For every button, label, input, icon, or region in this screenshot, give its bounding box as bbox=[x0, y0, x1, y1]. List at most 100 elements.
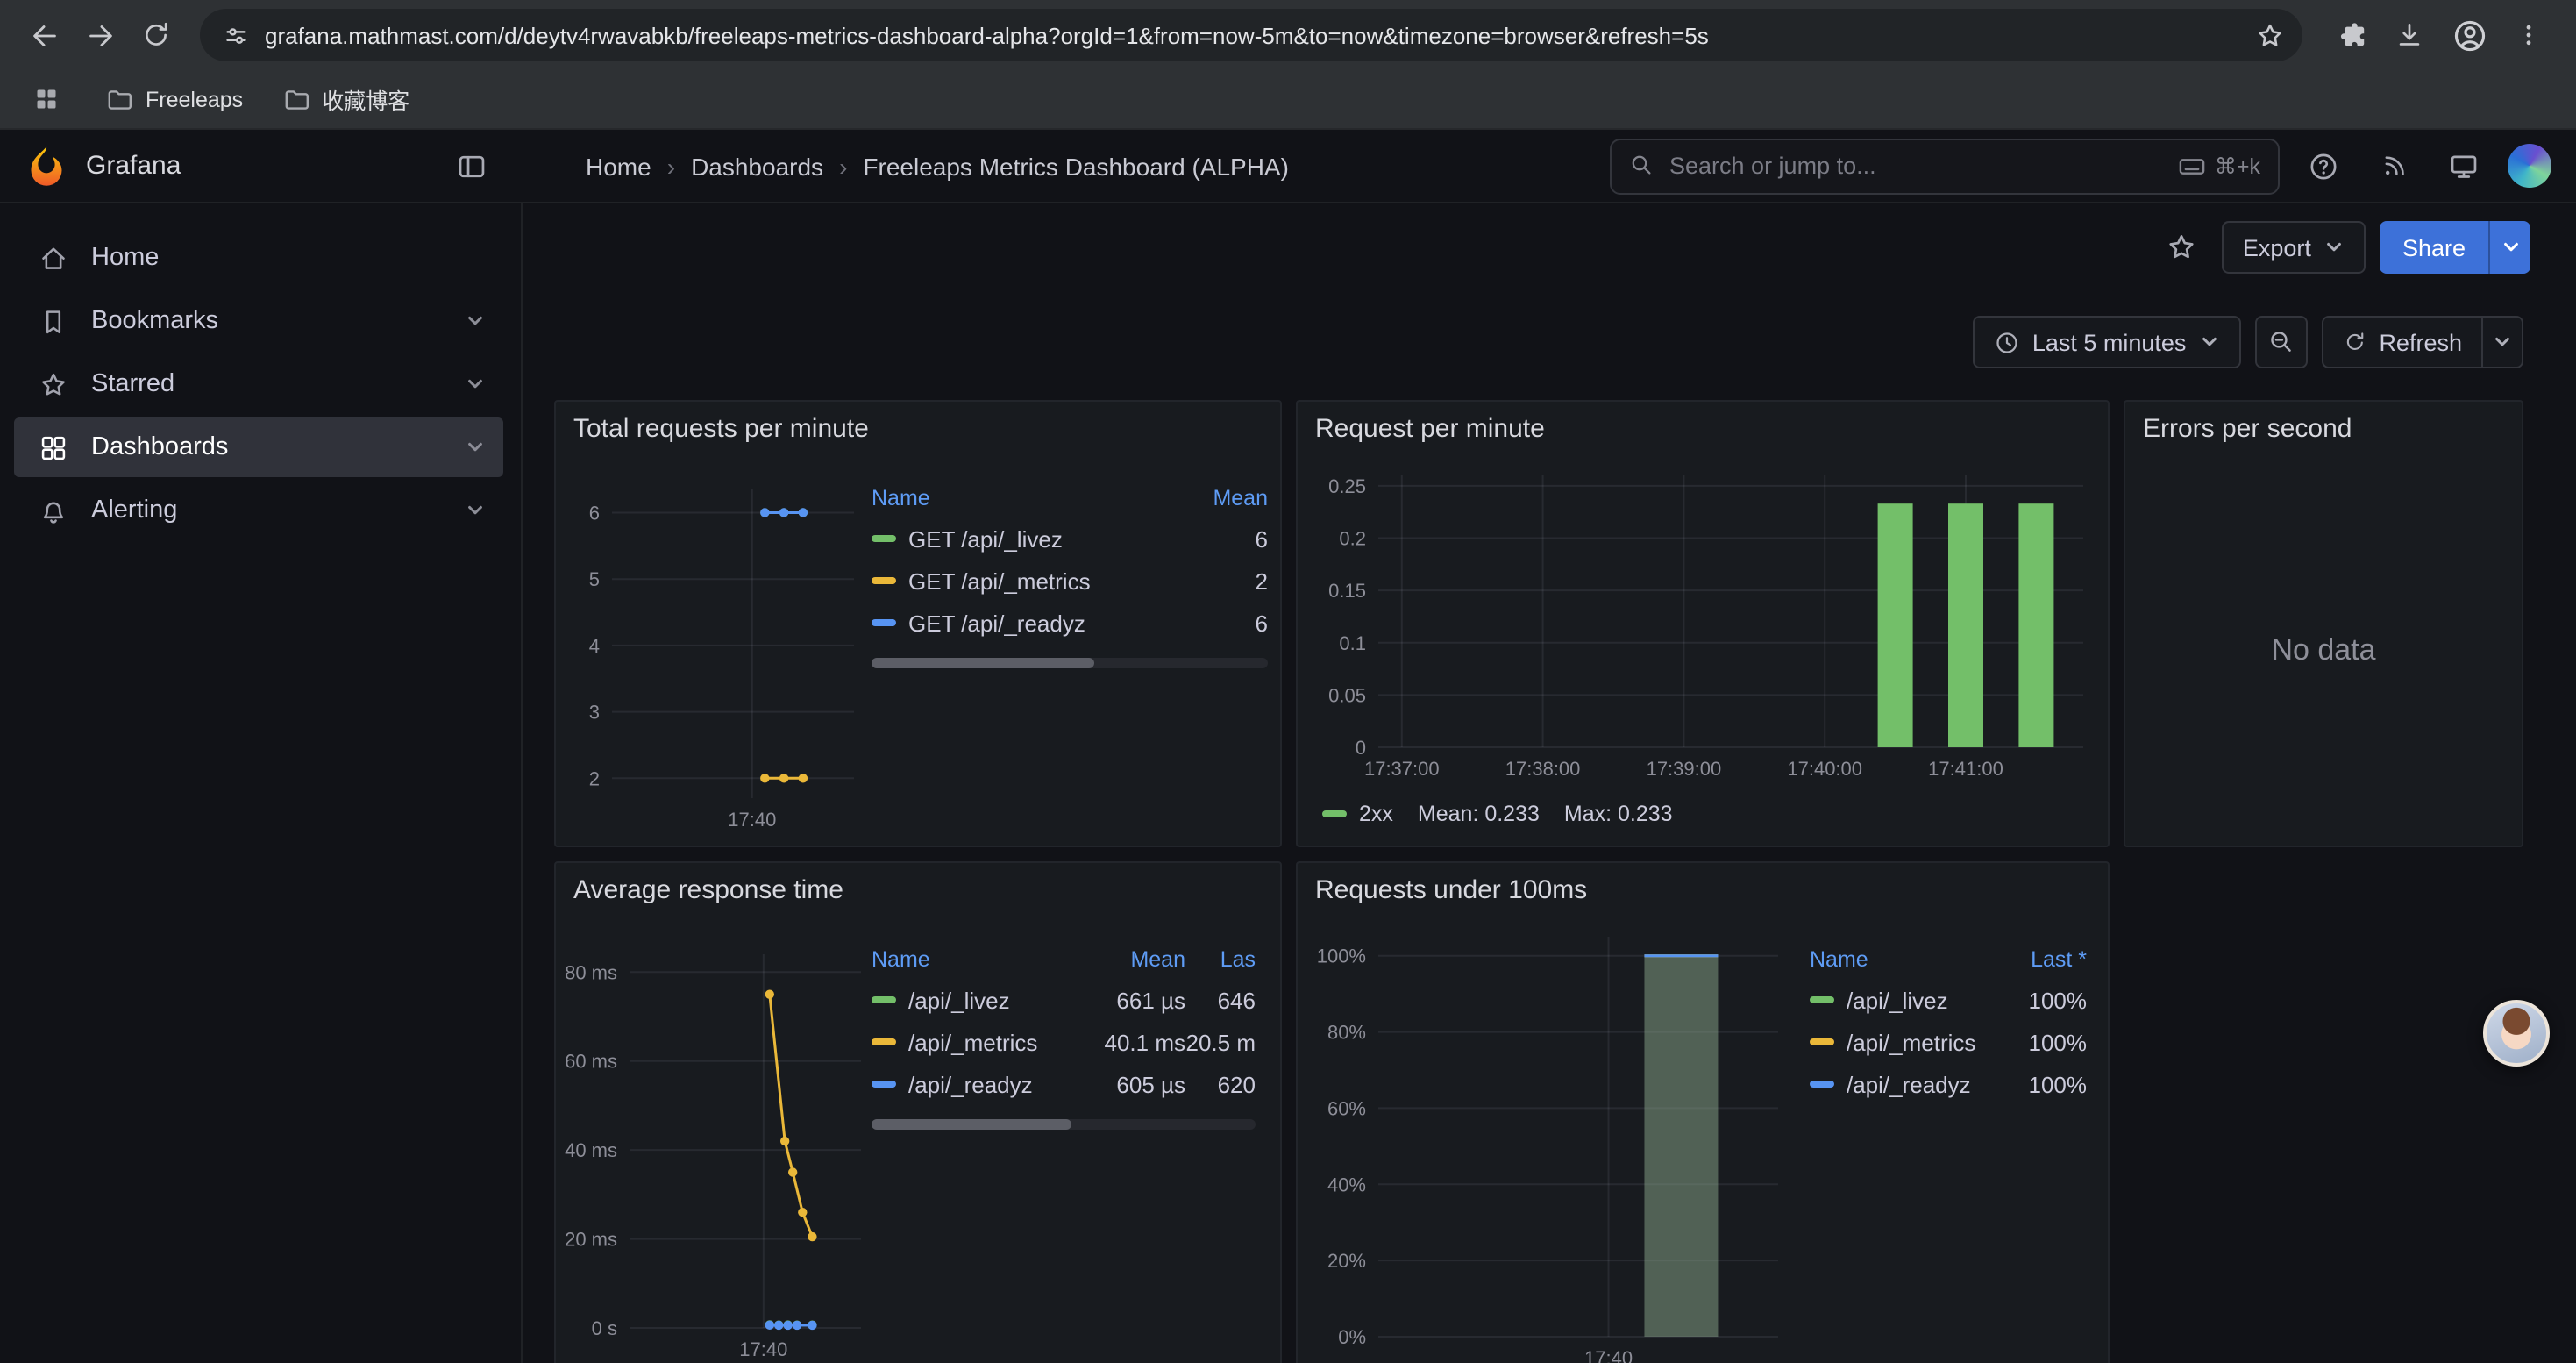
chevron-down-icon[interactable] bbox=[465, 437, 486, 458]
legend-scrollbar[interactable] bbox=[872, 1119, 1256, 1130]
series-stat-mean: Mean: 0.233 bbox=[1418, 802, 1540, 826]
reload-button[interactable] bbox=[130, 9, 182, 61]
bookmark-star-button[interactable] bbox=[2246, 12, 2292, 58]
series-color-dash bbox=[872, 1081, 896, 1088]
breadcrumb-home[interactable]: Home bbox=[586, 152, 651, 180]
svg-text:17:40: 17:40 bbox=[739, 1338, 787, 1360]
search-bar[interactable]: ⌘+k bbox=[1610, 138, 2280, 194]
download-icon bbox=[2394, 19, 2425, 51]
sidebar-item-dashboards[interactable]: Dashboards bbox=[14, 417, 503, 477]
browser-menu-button[interactable] bbox=[2502, 9, 2555, 61]
favorite-dashboard-button[interactable] bbox=[2155, 221, 2208, 274]
series-last: 620 bbox=[1185, 1071, 1256, 1097]
news-button[interactable] bbox=[2367, 139, 2420, 192]
legend-col-last[interactable]: Las bbox=[1185, 947, 1256, 972]
avg-response-time-chart[interactable]: 80 ms60 ms40 ms20 ms0 s17:40 bbox=[559, 930, 872, 1363]
help-button[interactable] bbox=[2297, 139, 2350, 192]
series-label: GET /api/_metrics bbox=[908, 567, 1091, 594]
forward-icon bbox=[83, 18, 117, 52]
svg-text:17:40: 17:40 bbox=[1584, 1347, 1633, 1363]
bookmark-folder-freeleaps[interactable]: Freeleaps bbox=[105, 85, 243, 113]
series-name: /api/_livez bbox=[1810, 987, 1996, 1013]
legend-col-mean[interactable]: Mean bbox=[1080, 947, 1185, 972]
sidebar-item-alerting[interactable]: Alerting bbox=[14, 481, 503, 540]
sidebar-item-home[interactable]: Home bbox=[14, 228, 503, 288]
series-color-dash bbox=[872, 619, 896, 626]
share-menu-button[interactable] bbox=[2488, 221, 2530, 274]
legend-col-mean[interactable]: Mean bbox=[1166, 486, 1268, 510]
downloads-button[interactable] bbox=[2383, 9, 2436, 61]
floating-avatar[interactable] bbox=[2483, 1000, 2550, 1067]
legend-row[interactable]: /api/_livez 100% bbox=[1810, 979, 2087, 1021]
export-button[interactable]: Export bbox=[2222, 221, 2366, 274]
legend-row[interactable]: /api/_readyz 100% bbox=[1810, 1063, 2087, 1105]
back-icon bbox=[27, 18, 60, 52]
total-requests-chart[interactable]: 6543217:40 bbox=[566, 472, 868, 837]
svg-text:0.2: 0.2 bbox=[1339, 528, 1366, 550]
series-label: /api/_livez bbox=[908, 987, 1010, 1013]
zoom-out-button[interactable] bbox=[2254, 316, 2307, 368]
apps-shortcut-button[interactable] bbox=[25, 78, 67, 120]
sidebar-item-starred[interactable]: Starred bbox=[14, 354, 503, 414]
legend-row[interactable]: /api/_metrics 40.1 ms 20.5 m bbox=[872, 1021, 1256, 1063]
refresh-button[interactable]: Refresh bbox=[2321, 316, 2481, 368]
svg-text:17:37:00: 17:37:00 bbox=[1364, 758, 1440, 780]
back-button[interactable] bbox=[18, 9, 70, 61]
legend-scrollbar[interactable] bbox=[872, 658, 1268, 668]
sidebar-item-bookmarks[interactable]: Bookmarks bbox=[14, 291, 503, 351]
grafana-logo[interactable] bbox=[25, 144, 68, 188]
svg-text:80%: 80% bbox=[1327, 1022, 1366, 1044]
time-range-picker[interactable]: Last 5 minutes bbox=[1973, 316, 2241, 368]
legend-row[interactable]: /api/_metrics 100% bbox=[1810, 1021, 2087, 1063]
panel-title[interactable]: Total requests per minute bbox=[573, 414, 869, 444]
chevron-down-icon[interactable] bbox=[465, 310, 486, 332]
breadcrumb: Home › Dashboards › Freeleaps Metrics Da… bbox=[586, 152, 1289, 180]
requests-per-minute-chart[interactable]: 0.250.20.150.10.05017:37:0017:38:0017:39… bbox=[1305, 461, 2101, 791]
legend-row[interactable]: /api/_readyz 605 µs 620 bbox=[872, 1063, 1256, 1105]
kebab-menu-icon bbox=[2515, 21, 2543, 49]
bookmark-folder-blogs[interactable]: 收藏博客 bbox=[281, 82, 409, 116]
legend-header: Name Last * bbox=[1810, 940, 2087, 979]
legend-col-last[interactable]: Last * bbox=[1996, 947, 2087, 972]
legend-row[interactable]: GET /api/_readyz 6 bbox=[872, 602, 1268, 644]
apps-grid-icon bbox=[32, 86, 59, 112]
panel-title[interactable]: Average response time bbox=[573, 875, 843, 905]
extensions-button[interactable] bbox=[2323, 9, 2376, 61]
svg-text:17:40:00: 17:40:00 bbox=[1787, 758, 1862, 780]
svg-text:17:41:00: 17:41:00 bbox=[1928, 758, 2003, 780]
under-100ms-chart[interactable]: 100%80%60%40%20%0%17:40 bbox=[1305, 916, 1796, 1363]
browser-profile-button[interactable] bbox=[2443, 9, 2495, 61]
chevron-down-icon[interactable] bbox=[465, 374, 486, 395]
site-settings-icon[interactable] bbox=[221, 20, 251, 50]
series-mean: 605 µs bbox=[1080, 1071, 1185, 1097]
legend-item[interactable]: 2xx bbox=[1322, 802, 1393, 826]
legend-col-name[interactable]: Name bbox=[872, 947, 1080, 972]
panel-title[interactable]: Request per minute bbox=[1315, 414, 1545, 444]
scrollbar-thumb[interactable] bbox=[872, 658, 1093, 668]
legend-row[interactable]: GET /api/_livez 6 bbox=[872, 517, 1268, 560]
legend-col-name[interactable]: Name bbox=[872, 486, 1166, 510]
chevron-down-icon[interactable] bbox=[465, 500, 486, 521]
display-button[interactable] bbox=[2437, 139, 2490, 192]
grafana-user-avatar[interactable] bbox=[2508, 144, 2551, 188]
legend-requests-per-minute: 2xx Mean: 0.233 Max: 0.233 bbox=[1322, 802, 1673, 826]
panel-title[interactable]: Requests under 100ms bbox=[1315, 875, 1587, 905]
legend-row[interactable]: GET /api/_metrics 2 bbox=[872, 560, 1268, 602]
breadcrumb-dashboards[interactable]: Dashboards bbox=[691, 152, 823, 180]
url-bar[interactable]: grafana.mathmast.com/d/deytv4rwavabkb/fr… bbox=[200, 9, 2302, 61]
refresh-interval-button[interactable] bbox=[2481, 316, 2523, 368]
svg-text:60 ms: 60 ms bbox=[565, 1051, 617, 1073]
legend-row[interactable]: /api/_livez 661 µs 646 bbox=[872, 979, 1256, 1021]
legend-col-name[interactable]: Name bbox=[1810, 947, 1996, 972]
forward-button[interactable] bbox=[74, 9, 126, 61]
svg-text:20%: 20% bbox=[1327, 1250, 1366, 1272]
time-controls: Last 5 minutes Refresh bbox=[523, 316, 2523, 368]
legend-header: Name Mean bbox=[872, 479, 1268, 517]
sidebar-collapse-button[interactable] bbox=[445, 139, 498, 192]
share-button[interactable]: Share bbox=[2380, 221, 2488, 274]
legend-header: Name Mean Las bbox=[872, 940, 1256, 979]
scrollbar-thumb[interactable] bbox=[872, 1119, 1071, 1130]
svg-text:40%: 40% bbox=[1327, 1174, 1366, 1195]
search-input[interactable] bbox=[1669, 153, 2164, 179]
panel-title[interactable]: Errors per second bbox=[2143, 414, 2352, 444]
